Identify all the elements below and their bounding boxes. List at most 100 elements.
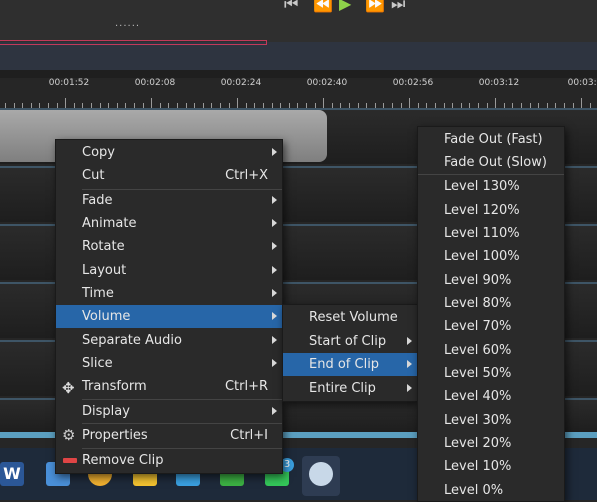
menu-item-label: Level 10% bbox=[444, 459, 512, 474]
ruler-tick bbox=[409, 98, 411, 108]
submenu-arrow-icon bbox=[407, 360, 412, 368]
menu-item-label: Level 40% bbox=[444, 389, 512, 404]
menu-item-level-10[interactable]: Level 10% bbox=[418, 455, 564, 478]
menu-item-label: Time bbox=[82, 286, 114, 301]
menu-item-copy[interactable]: Copy bbox=[56, 141, 282, 164]
submenu-arrow-icon bbox=[272, 196, 277, 204]
timeline-divider bbox=[0, 70, 597, 78]
rewind-icon[interactable]: ⏪ bbox=[313, 0, 333, 13]
menu-item-label: Level 20% bbox=[444, 436, 512, 451]
selection-range bbox=[0, 40, 267, 45]
menu-item-level-50[interactable]: Level 50% bbox=[418, 362, 564, 385]
menu-item-level-40[interactable]: Level 40% bbox=[418, 385, 564, 408]
submenu-arrow-icon bbox=[272, 336, 277, 344]
menu-item-cut[interactable]: Cut Ctrl+X bbox=[56, 164, 282, 187]
menu-item-transform[interactable]: ✥ Transform Ctrl+R bbox=[56, 375, 282, 398]
menu-item-label: Reset Volume bbox=[309, 310, 398, 325]
ruler-tick bbox=[495, 98, 497, 108]
time-ruler[interactable]: 00:01:52 00:02:08 00:02:24 00:02:40 00:0… bbox=[0, 78, 597, 109]
menu-item-level-70[interactable]: Level 70% bbox=[418, 315, 564, 338]
shortcut-label: Ctrl+I bbox=[230, 428, 268, 443]
shortcut-label: Ctrl+R bbox=[224, 379, 268, 394]
menu-item-label: Layout bbox=[82, 263, 127, 278]
menu-item-label: End of Clip bbox=[309, 357, 380, 372]
menu-item-label: Properties bbox=[82, 428, 148, 443]
menu-item-display[interactable]: Display bbox=[56, 400, 282, 423]
ruler-tick bbox=[151, 98, 153, 108]
context-menu: Copy Cut Ctrl+X Fade Animate Rotate Layou… bbox=[55, 139, 283, 474]
ruler-label: 00:03:12 bbox=[478, 78, 520, 88]
menu-item-label: Level 90% bbox=[444, 273, 512, 288]
menu-item-end-of-clip[interactable]: End of Clip bbox=[283, 353, 417, 376]
ruler-label: 00:02:40 bbox=[306, 78, 348, 88]
submenu-arrow-icon bbox=[272, 407, 277, 415]
menu-item-label: Start of Clip bbox=[309, 334, 387, 349]
menu-item-level-100[interactable]: Level 100% bbox=[418, 245, 564, 268]
play-icon[interactable]: ▶ bbox=[339, 0, 351, 13]
end-of-clip-submenu: Fade Out (Fast) Fade Out (Slow) Level 13… bbox=[417, 126, 565, 502]
menu-item-level-30[interactable]: Level 30% bbox=[418, 409, 564, 432]
menu-item-slice[interactable]: Slice bbox=[56, 352, 282, 375]
menu-item-label: Level 100% bbox=[444, 249, 520, 264]
menu-item-level-20[interactable]: Level 20% bbox=[418, 432, 564, 455]
volume-submenu: Reset Volume Start of Clip End of Clip E… bbox=[282, 304, 418, 402]
menu-item-label: Level 0% bbox=[444, 483, 504, 498]
menu-item-level-80[interactable]: Level 80% bbox=[418, 292, 564, 315]
menu-item-volume[interactable]: Volume bbox=[56, 305, 282, 328]
menu-item-fade-out-fast[interactable]: Fade Out (Fast) bbox=[418, 128, 564, 151]
submenu-arrow-icon bbox=[272, 312, 277, 320]
menu-item-label: Slice bbox=[82, 356, 113, 371]
menu-item-level-90[interactable]: Level 90% bbox=[418, 269, 564, 292]
ruler-label: 00:01:52 bbox=[48, 78, 90, 88]
menu-item-label: Level 50% bbox=[444, 366, 512, 381]
menu-item-fade-out-slow[interactable]: Fade Out (Slow) bbox=[418, 151, 564, 174]
shortcut-label: Ctrl+X bbox=[225, 168, 268, 183]
timeline-scrollbar[interactable] bbox=[0, 42, 597, 70]
preview-area bbox=[0, 0, 597, 42]
menu-item-label: Fade Out (Slow) bbox=[444, 155, 547, 170]
ruler-label: 00:02:56 bbox=[392, 78, 434, 88]
remove-icon bbox=[63, 458, 77, 463]
ruler-label: 00:02:08 bbox=[134, 78, 176, 88]
menu-item-label: Level 80% bbox=[444, 296, 512, 311]
menu-item-time[interactable]: Time bbox=[56, 282, 282, 305]
menu-item-entire-clip[interactable]: Entire Clip bbox=[283, 377, 417, 400]
ruler-label: 00:03:2 bbox=[567, 78, 597, 88]
ruler-tick bbox=[237, 98, 239, 108]
submenu-arrow-icon bbox=[272, 242, 277, 250]
playback-dots: ...... bbox=[115, 18, 141, 29]
menu-item-label: Level 30% bbox=[444, 413, 512, 428]
jump-end-icon[interactable]: ⏭ bbox=[391, 0, 405, 14]
menu-item-label: Level 60% bbox=[444, 343, 512, 358]
menu-item-remove-clip[interactable]: Remove Clip bbox=[56, 449, 282, 472]
menu-item-label: Remove Clip bbox=[82, 453, 164, 468]
menu-item-label: Volume bbox=[82, 309, 131, 324]
menu-item-start-of-clip[interactable]: Start of Clip bbox=[283, 330, 417, 353]
menu-item-level-130[interactable]: Level 130% bbox=[418, 175, 564, 198]
submenu-arrow-icon bbox=[272, 266, 277, 274]
menu-item-fade[interactable]: Fade bbox=[56, 189, 282, 212]
menu-item-label: Display bbox=[82, 404, 130, 419]
menu-item-layout[interactable]: Layout bbox=[56, 259, 282, 282]
menu-item-label: Rotate bbox=[82, 239, 125, 254]
menu-item-label: Separate Audio bbox=[82, 333, 182, 348]
openshot-icon[interactable] bbox=[309, 462, 333, 486]
menu-item-animate[interactable]: Animate bbox=[56, 212, 282, 235]
menu-item-level-0[interactable]: Level 0% bbox=[418, 479, 564, 502]
menu-item-properties[interactable]: ⚙ Properties Ctrl+I bbox=[56, 424, 282, 447]
menu-item-level-120[interactable]: Level 120% bbox=[418, 199, 564, 222]
jump-start-icon[interactable]: ⏮ bbox=[284, 0, 298, 14]
menu-item-level-60[interactable]: Level 60% bbox=[418, 339, 564, 362]
menu-item-reset-volume[interactable]: Reset Volume bbox=[283, 306, 417, 329]
menu-item-label: Fade bbox=[82, 193, 113, 208]
menu-item-separate-audio[interactable]: Separate Audio bbox=[56, 329, 282, 352]
ruler-label: 00:02:24 bbox=[220, 78, 262, 88]
menu-item-label: Fade Out (Fast) bbox=[444, 132, 543, 147]
menu-item-label: Copy bbox=[82, 145, 115, 160]
submenu-arrow-icon bbox=[272, 219, 277, 227]
menu-item-level-110[interactable]: Level 110% bbox=[418, 222, 564, 245]
word-icon[interactable]: W bbox=[0, 462, 24, 486]
fast-forward-icon[interactable]: ⏩ bbox=[365, 0, 385, 13]
menu-item-rotate[interactable]: Rotate bbox=[56, 235, 282, 258]
gear-icon: ⚙ bbox=[62, 426, 76, 444]
